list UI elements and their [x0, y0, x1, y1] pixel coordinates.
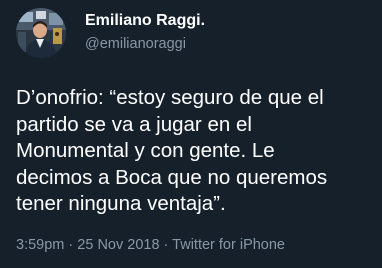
tweet-text-line: D’onofrio: “estoy seguro de que el: [16, 86, 324, 109]
tweet-text-line: partido se va a jugar en el: [16, 112, 252, 136]
tweet-date[interactable]: 25 Nov 2018: [77, 237, 159, 253]
tweet-text-line: tener ninguna ventaja”.: [16, 192, 226, 215]
author-name[interactable]: Emiliano Raggi.: [85, 11, 205, 31]
tweet-text: D’onofrio: “estoy seguro de que el parti…: [16, 85, 368, 218]
profile-photo-icon: [16, 8, 66, 58]
tweet-time[interactable]: 3:59pm: [16, 237, 64, 253]
tweet-text-line: decimos a Boca que no queremos: [16, 165, 328, 189]
tweet-meta: 3:59pm · 25 Nov 2018 · Twitter for iPhon…: [16, 236, 285, 254]
avatar[interactable]: [16, 8, 66, 58]
author-handle[interactable]: @emilianoraggi: [85, 35, 186, 53]
tweet-card: Emiliano Raggi. @emilianoraggi D’onofrio…: [0, 0, 382, 268]
tweet-text-line: Monumental y con gente. Le: [16, 139, 275, 162]
meta-separator: ·: [68, 237, 74, 253]
meta-separator: ·: [163, 237, 169, 253]
tweet-source[interactable]: Twitter for iPhone: [172, 237, 285, 253]
